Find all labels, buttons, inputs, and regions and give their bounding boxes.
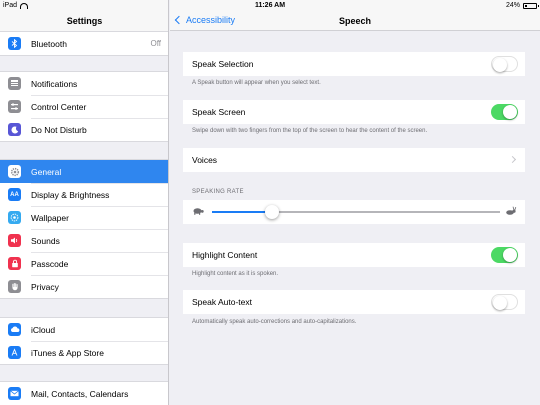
speech-settings-pane: Accessibility Speech Speak Selection A S… [170,0,540,405]
sidebar-item-do-not-disturb[interactable]: Do Not Disturb [0,118,168,141]
sidebar-item-label: Mail, Contacts, Calendars [31,388,129,399]
speaking-rate-row [183,200,525,224]
sidebar-item-label: Privacy [31,281,59,292]
display-icon: AA [8,188,21,201]
sidebar-item-itunes-app-store[interactable]: iTunes & App Store [0,341,168,364]
speak-auto-text-cell: Speak Auto-text [183,290,525,314]
sidebar-group-accounts: iCloud iTunes & App Store [0,317,168,365]
sidebar-item-general[interactable]: General [0,160,168,183]
sidebar-item-privacy[interactable]: Privacy [0,275,168,298]
mail-icon [8,387,21,400]
sidebar-group-mail: Mail, Contacts, Calendars [0,381,168,405]
sidebar-item-label: Passcode [31,258,69,269]
toggle-knob [492,295,507,310]
sidebar-item-label: Sounds [31,235,60,246]
sidebar-item-mail-contacts-calendars[interactable]: Mail, Contacts, Calendars [0,382,168,405]
speak-selection-row: Speak Selection [183,52,525,76]
tortoise-icon [193,208,204,215]
sidebar-item-label: Do Not Disturb [31,124,87,135]
voices-row[interactable]: Voices [183,148,525,172]
sidebar-item-label: Bluetooth [31,38,67,49]
sidebar-item-icloud[interactable]: iCloud [0,318,168,341]
cloud-icon [8,323,21,336]
sidebar-item-label: Notifications [31,78,78,89]
status-right: 24% [505,2,539,9]
highlight-content-toggle[interactable] [491,247,518,263]
slider-thumb[interactable] [265,205,280,219]
speaking-rate-slider[interactable] [212,205,500,219]
sidebar-group-notifications: Notifications Control Center Do Not Dist… [0,71,168,142]
slider-fill [212,211,273,213]
battery-fill [525,4,527,7]
sidebar-item-control-center[interactable]: Control Center [0,95,168,118]
highlight-content-footnote: Highlight content as it is spoken. [192,271,279,277]
voices-cell[interactable]: Voices [183,148,525,172]
page-title: Speech [338,16,371,26]
app-store-icon [8,346,21,359]
sidebar-item-label: General [31,166,62,177]
control-center-icon [8,100,21,113]
speak-selection-toggle[interactable] [491,56,518,72]
toggle-knob [503,105,517,119]
speak-selection-footnote: A Speak button will appear when you sele… [192,80,321,86]
sidebar-item-display-brightness[interactable]: AA Display & Brightness [0,183,168,206]
status-time: 11:26 AM [254,2,286,9]
sidebar-item-label: Wallpaper [31,212,69,223]
speak-screen-label: Speak Screen [192,107,246,117]
toggle-knob [492,57,507,72]
toggle-knob [503,248,517,262]
sidebar-title: Settings [66,16,103,26]
sidebar-item-notifications[interactable]: Notifications [0,72,168,95]
bluetooth-status: Off [150,39,161,48]
sidebar-item-label: iCloud [31,324,56,335]
highlight-content-row: Highlight Content [183,243,525,267]
voices-label: Voices [192,155,218,165]
highlight-content-label: Highlight Content [192,250,258,260]
speak-screen-cell: Speak Screen [183,100,525,124]
sidebar-item-label: iTunes & App Store [31,347,104,358]
highlight-content-cell: Highlight Content [183,243,525,267]
sidebar-item-sounds[interactable]: Sounds [0,229,168,252]
bluetooth-icon [8,37,21,50]
status-bar: iPad 11:26 AM 24% [0,0,540,12]
sidebar-item-passcode[interactable]: Passcode [0,252,168,275]
speak-screen-toggle[interactable] [491,104,518,120]
battery-icon [523,2,539,9]
sidebar-item-bluetooth[interactable]: Bluetooth Off [0,32,168,55]
hand-icon [8,280,21,293]
speak-screen-footnote: Swipe down with two fingers from the top… [192,128,428,134]
speak-selection-label: Speak Selection [192,59,254,69]
speaking-rate-header: SPEAKING RATE [192,189,244,195]
speaking-rate-cell [183,200,525,224]
speak-auto-text-footnote: Automatically speak auto-corrections and… [192,319,357,325]
sidebar-group-connectivity: Bluetooth Off [0,31,168,56]
settings-sidebar: Settings Bluetooth Off Notifications Con… [0,0,169,405]
battery-percent: 24% [505,2,520,9]
speak-screen-row: Speak Screen [183,100,525,124]
hare-icon [506,206,517,215]
speak-auto-text-toggle[interactable] [491,294,518,310]
speak-auto-text-label: Speak Auto-text [192,297,253,307]
sidebar-item-label: Control Center [31,101,87,112]
speak-auto-text-row: Speak Auto-text [183,290,525,314]
speak-selection-cell: Speak Selection [183,52,525,76]
notifications-icon [8,77,21,90]
gear-icon [8,165,21,178]
moon-icon [8,123,21,136]
sidebar-group-general: General AA Display & Brightness Wallpape… [0,159,168,299]
lock-icon [8,257,21,270]
sidebar-item-wallpaper[interactable]: Wallpaper [0,206,168,229]
chevron-right-icon [508,155,517,164]
speaker-icon [8,234,21,247]
sidebar-item-label: Display & Brightness [31,189,110,200]
wallpaper-icon [8,211,21,224]
